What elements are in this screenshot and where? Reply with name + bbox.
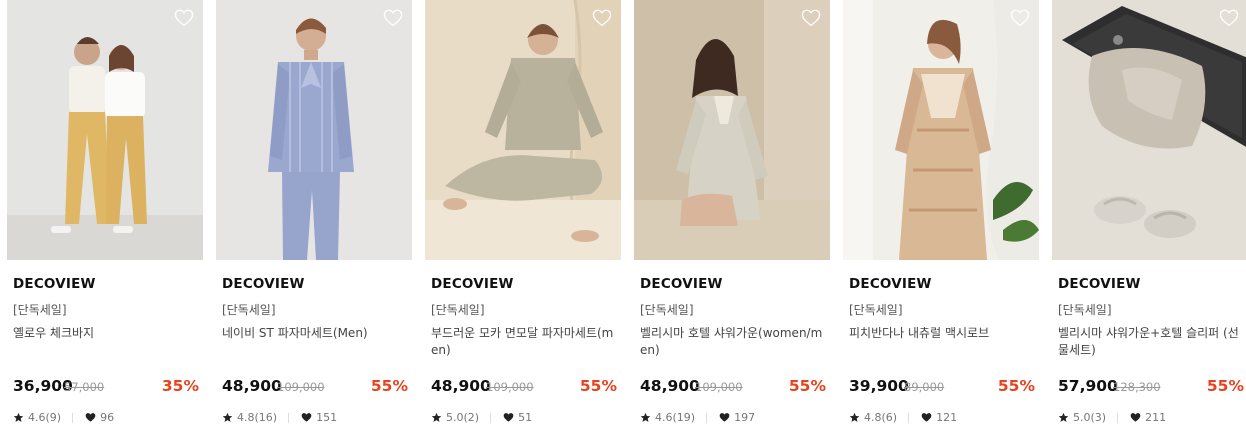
product-likes: 197 xyxy=(734,411,756,424)
product-name[interactable]: 부드러운 모카 면모달 파자마세트(men) xyxy=(431,325,617,359)
product-rating: 4.6(19) xyxy=(655,411,696,424)
product-rating: 4.8(16) xyxy=(237,411,278,424)
product-stats: 4.8(6) 121 xyxy=(849,411,957,424)
star-icon xyxy=(640,412,651,423)
wishlist-heart-icon[interactable] xyxy=(801,9,821,27)
product-image[interactable] xyxy=(843,0,1039,260)
product-price: 39,900 xyxy=(849,377,909,395)
product-brand: DECOVIEW xyxy=(640,276,723,292)
product-rating: 5.0(2) xyxy=(446,411,480,424)
product-photo-couple-check-pants xyxy=(7,0,203,260)
product-stats: 4.6(9) 96 xyxy=(13,411,114,424)
wishlist-heart-icon[interactable] xyxy=(1010,9,1030,27)
product-brand: DECOVIEW xyxy=(13,276,96,292)
wishlist-heart-icon[interactable] xyxy=(592,9,612,27)
product-image[interactable] xyxy=(634,0,830,260)
product-photo-bandana-maxi-robe xyxy=(843,0,1039,260)
product-sale-tag: [단독세일] xyxy=(431,303,485,317)
product-name[interactable]: 피치반다나 내츄럴 맥시로브 xyxy=(849,325,1035,342)
product-card[interactable]: DECOVIEW [단독세일] 옐로우 체크바지 36,900 57,000 3… xyxy=(7,0,203,447)
product-card[interactable]: DECOVIEW [단독세일] 부드러운 모카 면모달 파자마세트(men) 4… xyxy=(425,0,621,447)
product-card[interactable]: DECOVIEW [단독세일] 피치반다나 내츄럴 맥시로브 39,900 89… xyxy=(843,0,1039,447)
product-image[interactable] xyxy=(216,0,412,260)
product-discount: 55% xyxy=(370,377,408,395)
product-discount: 55% xyxy=(997,377,1035,395)
wishlist-heart-icon[interactable] xyxy=(174,9,194,27)
product-price: 48,900 xyxy=(431,377,491,395)
product-brand: DECOVIEW xyxy=(222,276,305,292)
product-card[interactable]: DECOVIEW [단독세일] 네이비 ST 파자마세트(Men) 48,900… xyxy=(216,0,412,447)
product-brand: DECOVIEW xyxy=(431,276,514,292)
wishlist-heart-icon[interactable] xyxy=(383,9,403,27)
product-rating: 5.0(3) xyxy=(1073,411,1107,424)
stats-divider xyxy=(1117,412,1119,423)
heart-icon xyxy=(85,412,96,423)
product-stats: 4.6(19) 197 xyxy=(640,411,755,424)
product-photo-shower-gown xyxy=(634,0,830,260)
product-sale-tag: [단독세일] xyxy=(13,303,67,317)
product-image[interactable] xyxy=(7,0,203,260)
product-original-price: 109,000 xyxy=(277,380,325,394)
stats-divider xyxy=(490,412,492,423)
product-original-price: 57,000 xyxy=(64,380,105,394)
product-photo-navy-stripe-pajama xyxy=(216,0,412,260)
product-name[interactable]: 옐로우 체크바지 xyxy=(13,325,199,342)
product-likes: 151 xyxy=(316,411,338,424)
stats-divider xyxy=(706,412,708,423)
product-image[interactable] xyxy=(1052,0,1246,260)
star-icon xyxy=(431,412,442,423)
product-original-price: 128,300 xyxy=(1113,380,1161,394)
product-card[interactable]: DECOVIEW [단독세일] 벨리시마 호텔 샤워가운(women/men) … xyxy=(634,0,830,447)
star-icon xyxy=(13,412,24,423)
product-price: 57,900 xyxy=(1058,377,1118,395)
product-brand: DECOVIEW xyxy=(1058,276,1141,292)
product-grid: DECOVIEW [단독세일] 옐로우 체크바지 36,900 57,000 3… xyxy=(0,0,1246,447)
product-sale-tag: [단독세일] xyxy=(640,303,694,317)
product-likes: 121 xyxy=(936,411,958,424)
stats-divider xyxy=(72,412,74,423)
product-discount: 35% xyxy=(161,377,199,395)
product-photo-gown-slipper-set xyxy=(1052,0,1246,260)
product-original-price: 109,000 xyxy=(695,380,743,394)
wishlist-heart-icon[interactable] xyxy=(1219,9,1239,27)
heart-icon xyxy=(301,412,312,423)
product-likes: 51 xyxy=(518,411,533,424)
product-card[interactable]: DECOVIEW [단독세일] 벨리시마 샤워가운+호텔 슬리퍼 (선물세트) … xyxy=(1052,0,1246,447)
star-icon xyxy=(222,412,233,423)
product-sale-tag: [단독세일] xyxy=(849,303,903,317)
star-icon xyxy=(849,412,860,423)
heart-icon xyxy=(503,412,514,423)
product-name[interactable]: 벨리시마 샤워가운+호텔 슬리퍼 (선물세트) xyxy=(1058,325,1244,359)
product-name[interactable]: 네이비 ST 파자마세트(Men) xyxy=(222,325,408,342)
product-rating: 4.6(9) xyxy=(28,411,62,424)
product-discount: 55% xyxy=(579,377,617,395)
product-sale-tag: [단독세일] xyxy=(222,303,276,317)
heart-icon xyxy=(719,412,730,423)
product-stats: 5.0(3) 211 xyxy=(1058,411,1166,424)
product-stats: 5.0(2) 51 xyxy=(431,411,532,424)
product-name[interactable]: 벨리시마 호텔 샤워가운(women/men) xyxy=(640,325,826,359)
product-rating: 4.8(6) xyxy=(864,411,898,424)
product-stats: 4.8(16) 151 xyxy=(222,411,337,424)
product-original-price: 89,000 xyxy=(904,380,945,394)
product-image[interactable] xyxy=(425,0,621,260)
product-brand: DECOVIEW xyxy=(849,276,932,292)
product-sale-tag: [단독세일] xyxy=(1058,303,1112,317)
product-likes: 211 xyxy=(1145,411,1167,424)
product-discount: 55% xyxy=(1206,377,1244,395)
stats-divider xyxy=(288,412,290,423)
stats-divider xyxy=(908,412,910,423)
heart-icon xyxy=(1130,412,1141,423)
product-price: 48,900 xyxy=(222,377,282,395)
product-likes: 96 xyxy=(100,411,115,424)
heart-icon xyxy=(921,412,932,423)
product-discount: 55% xyxy=(788,377,826,395)
product-original-price: 109,000 xyxy=(486,380,534,394)
product-photo-mocha-modal-pajama xyxy=(425,0,621,260)
star-icon xyxy=(1058,412,1069,423)
product-price: 48,900 xyxy=(640,377,700,395)
